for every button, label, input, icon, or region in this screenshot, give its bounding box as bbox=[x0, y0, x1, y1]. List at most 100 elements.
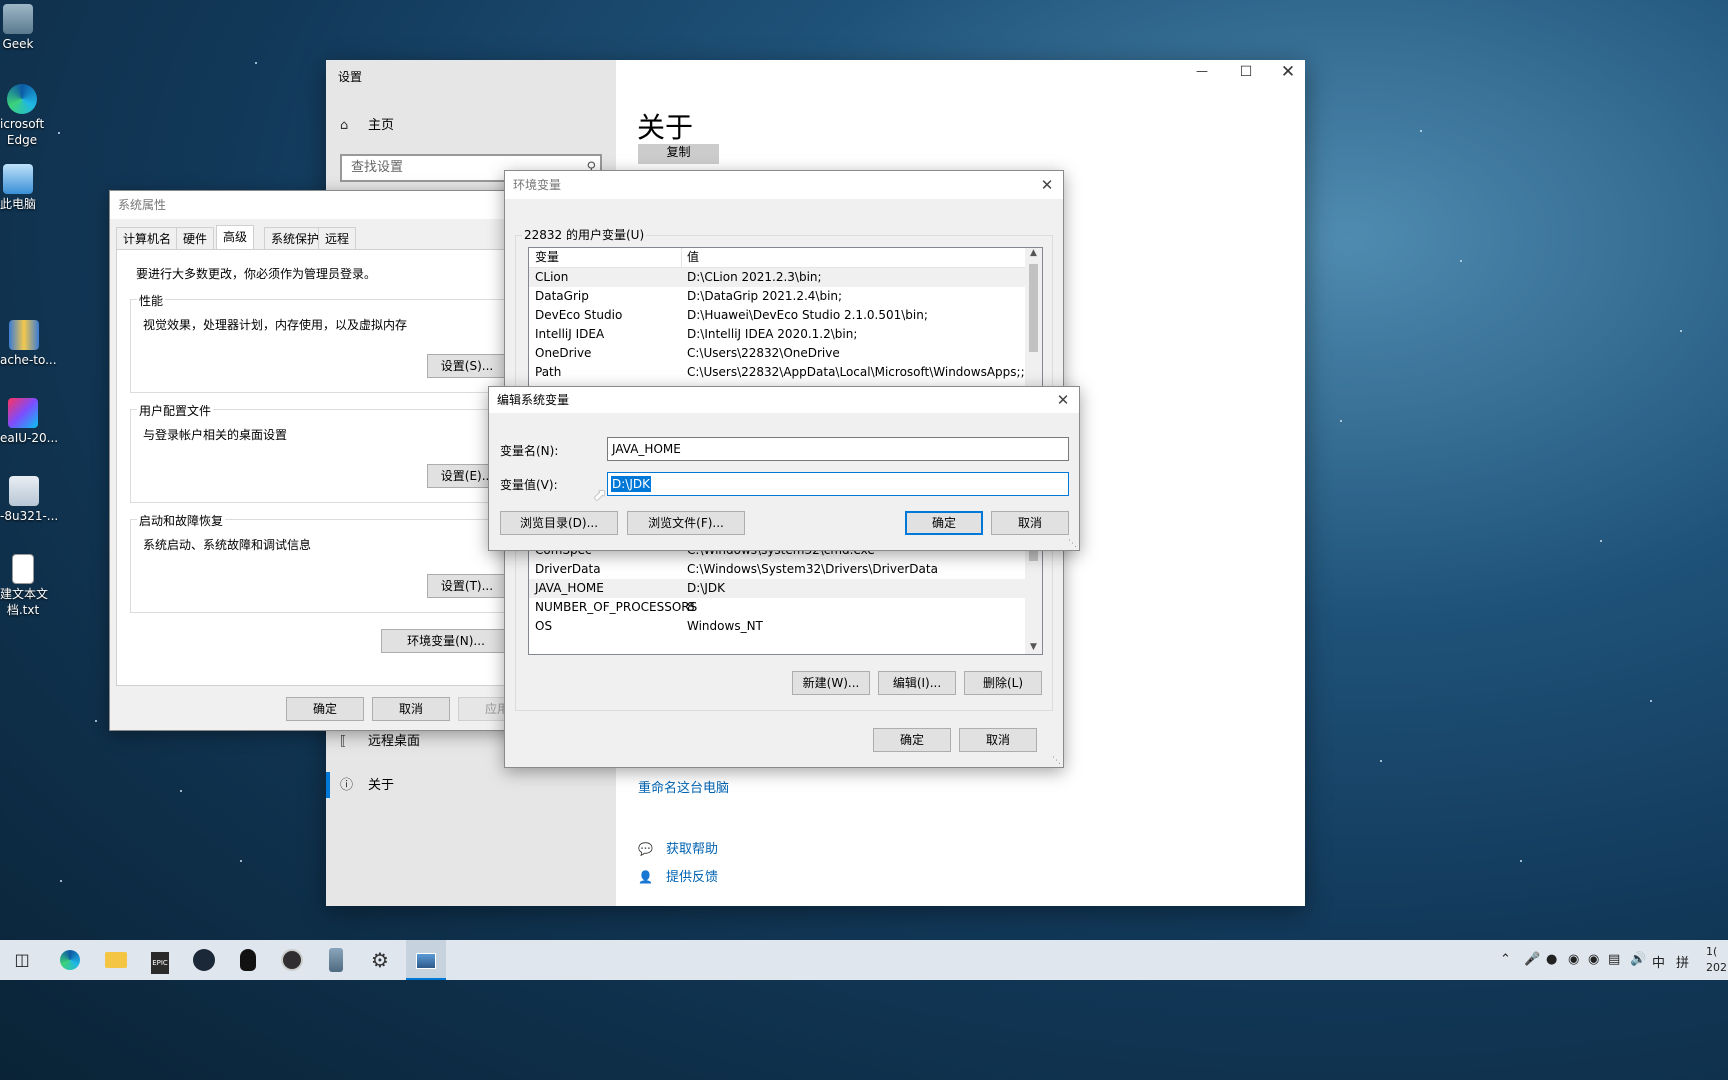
maximize-button[interactable]: ☐ bbox=[1234, 64, 1258, 84]
editdlg-cancel-button[interactable]: 取消 bbox=[991, 511, 1069, 535]
copy-button[interactable]: 复制 bbox=[638, 144, 719, 164]
edit-variable-button[interactable]: 编辑(I)... bbox=[878, 671, 956, 695]
nav-home[interactable]: ⌂ 主页 bbox=[340, 114, 394, 138]
scroll-thumb[interactable] bbox=[1029, 264, 1038, 352]
help-icon: 💬 bbox=[638, 842, 653, 856]
table-row[interactable]: OS Windows_NT bbox=[529, 617, 1042, 636]
browse-file-button[interactable]: 浏览文件(F)... bbox=[627, 511, 745, 535]
table-row[interactable]: JAVA_HOME D:\JDK bbox=[529, 579, 1042, 598]
table-row[interactable]: IntelliJ IDEA D:\IntelliJ IDEA 2020.1.2\b… bbox=[529, 325, 1042, 344]
nav-active-indicator bbox=[326, 772, 330, 798]
scroll-up-icon[interactable]: ▲ bbox=[1025, 248, 1042, 262]
table-row[interactable]: DataGrip D:\DataGrip 2021.2.4\bin; bbox=[529, 287, 1042, 306]
home-icon: ⌂ bbox=[340, 118, 349, 133]
network-icon[interactable]: ▤ bbox=[1608, 952, 1620, 967]
user-variables-list[interactable]: 变量 值 CLion D:\CLion 2021.2.3\bin; DataGri… bbox=[528, 247, 1043, 387]
steam-icon[interactable] bbox=[188, 946, 220, 974]
epic-games-icon[interactable]: EPIC bbox=[144, 946, 176, 974]
close-button[interactable]: ✕ bbox=[1276, 62, 1300, 84]
table-row[interactable]: OneDrive C:\Users\22832\OneDrive bbox=[529, 344, 1042, 363]
table-row[interactable]: DriverData C:\Windows\System32\Drivers\Dr… bbox=[529, 560, 1042, 579]
sysprops-tabs: 计算机名 硬件 高级 系统保护 远程 bbox=[116, 225, 516, 249]
table-row[interactable]: CLion D:\CLion 2021.2.3\bin; bbox=[529, 268, 1042, 287]
tab-remote[interactable]: 远程 bbox=[318, 227, 357, 249]
task-view-icon[interactable]: ◫ bbox=[6, 946, 38, 974]
tab-hardware[interactable]: 硬件 bbox=[176, 227, 215, 249]
table-row[interactable]: DevEco Studio D:\Huawei\DevEco Studio 2.1… bbox=[529, 306, 1042, 325]
sysprops-cancel-button[interactable]: 取消 bbox=[372, 697, 450, 721]
ime-pinyin-indicator[interactable]: 拼 bbox=[1676, 952, 1689, 971]
tab-advanced[interactable]: 高级 bbox=[216, 225, 255, 249]
nav-about[interactable]: ⓘ 关于 bbox=[340, 774, 394, 798]
page-title: 关于 bbox=[637, 111, 694, 144]
browse-directory-button[interactable]: 浏览目录(D)... bbox=[500, 511, 618, 535]
desktop-icon-intellij[interactable]: eaIU-20... bbox=[0, 398, 58, 446]
desktop-icon-archive[interactable]: ache-to... bbox=[0, 320, 57, 368]
resize-grip[interactable]: ⋱ bbox=[1068, 539, 1077, 549]
minimize-button[interactable]: — bbox=[1190, 64, 1214, 84]
desktop-icon-edge[interactable]: icrosoft Edge bbox=[0, 84, 44, 148]
microphone-icon[interactable]: 🎤 bbox=[1524, 952, 1540, 967]
new-variable-button[interactable]: 新建(W)... bbox=[792, 671, 870, 695]
archive-icon[interactable] bbox=[320, 946, 352, 974]
sysprops-titlebar: 系统属性 bbox=[110, 191, 528, 219]
nav-remote-desktop[interactable]: ⟦ 远程桌面 bbox=[340, 730, 420, 754]
file-explorer-icon[interactable] bbox=[100, 946, 132, 974]
this-pc-icon bbox=[3, 164, 33, 194]
system-properties-icon[interactable] bbox=[406, 940, 446, 980]
mouse-cursor-icon: ⬈ bbox=[593, 485, 607, 504]
ime-chinese-indicator[interactable]: 中 bbox=[1652, 952, 1665, 971]
variable-name-field[interactable]: JAVA_HOME bbox=[607, 437, 1069, 461]
editdlg-ok-button[interactable]: 确定 bbox=[905, 511, 983, 535]
delete-variable-button[interactable]: 删除(L) bbox=[964, 671, 1042, 695]
taskbar: ◫ EPIC ⚙ ⌃ 🎤 ● ◉ ◉ ▤ 🔊 中 拼 1( 202 bbox=[0, 940, 1728, 980]
qq-tray-icon[interactable]: ● bbox=[1546, 952, 1557, 967]
info-icon: ⓘ bbox=[340, 778, 354, 793]
settings-title: 设置 bbox=[338, 70, 363, 84]
table-row[interactable]: NUMBER_OF_PROCESSORS 8 bbox=[529, 598, 1042, 617]
user-profiles-group: 用户配置文件 与登录帐户相关的桌面设置 bbox=[130, 402, 530, 503]
desktop-icon-text-file[interactable]: 建文本文 档.txt bbox=[0, 554, 48, 618]
startup-settings-button[interactable]: 设置(T)... bbox=[427, 574, 507, 598]
sysprops-ok-button[interactable]: 确定 bbox=[286, 697, 364, 721]
steam-tray-icon[interactable]: ◉ bbox=[1588, 952, 1599, 967]
edge-icon[interactable] bbox=[54, 946, 86, 974]
rename-pc-link[interactable]: 重命名这台电脑 bbox=[638, 777, 729, 796]
scroll-down-icon[interactable]: ▼ bbox=[1025, 642, 1042, 652]
show-hidden-icons[interactable]: ⌃ bbox=[1500, 952, 1511, 967]
remote-desktop-icon: ⟦ bbox=[340, 734, 347, 749]
envvars-ok-button[interactable]: 确定 bbox=[873, 728, 951, 752]
envvars-cancel-button[interactable]: 取消 bbox=[959, 728, 1037, 752]
environment-variables-button[interactable]: 环境变量(N)... bbox=[381, 629, 511, 653]
feedback-row[interactable]: 👤 提供反馈 bbox=[638, 866, 718, 885]
editdlg-close-button[interactable]: ✕ bbox=[1053, 390, 1073, 410]
desktop-icon-geek[interactable]: Geek bbox=[0, 4, 36, 52]
user-list-scrollbar[interactable]: ▲ bbox=[1025, 248, 1042, 386]
system-list-scrollbar[interactable]: ▼ bbox=[1025, 541, 1042, 654]
system-properties-dialog: 系统属性 计算机名 硬件 高级 系统保护 远程 要进行大多数更改，你必须作为管理… bbox=[109, 190, 536, 731]
performance-settings-button[interactable]: 设置(S)... bbox=[427, 354, 507, 378]
obs-icon[interactable] bbox=[276, 946, 308, 974]
feedback-icon: 👤 bbox=[638, 870, 653, 884]
obs-tray-icon[interactable]: ◉ bbox=[1568, 952, 1579, 967]
tab-system-protection[interactable]: 系统保护 bbox=[264, 227, 327, 249]
settings-gear-icon[interactable]: ⚙ bbox=[364, 946, 396, 974]
system-variables-list[interactable]: ComSpecC:\Windows\system32\cmd.exe Drive… bbox=[528, 541, 1043, 655]
text-file-icon bbox=[12, 554, 34, 584]
volume-icon[interactable]: 🔊 bbox=[1630, 952, 1646, 967]
envvars-close-button[interactable]: ✕ bbox=[1037, 175, 1057, 195]
help-row[interactable]: 💬 获取帮助 bbox=[638, 838, 718, 857]
qq-icon[interactable] bbox=[232, 946, 264, 974]
clock[interactable]: 1( 202 bbox=[1706, 944, 1727, 976]
edge-icon bbox=[7, 84, 37, 114]
tab-computer-name[interactable]: 计算机名 bbox=[116, 227, 179, 249]
list-header: 变量 值 bbox=[529, 248, 1042, 268]
admin-note: 要进行大多数更改，你必须作为管理员登录。 bbox=[136, 267, 377, 281]
desktop-icon-this-pc[interactable]: 此电脑 bbox=[0, 164, 36, 212]
desktop-icon-java[interactable]: -8u321-... bbox=[0, 476, 58, 524]
table-row[interactable]: Path C:\Users\22832\AppData\Local\Microso… bbox=[529, 363, 1042, 382]
resize-grip[interactable]: ⋱ bbox=[1052, 756, 1061, 766]
selected-text: D:\JDK bbox=[611, 476, 651, 492]
java-installer-icon bbox=[9, 476, 39, 506]
variable-value-field[interactable]: D:\JDK bbox=[607, 472, 1069, 496]
